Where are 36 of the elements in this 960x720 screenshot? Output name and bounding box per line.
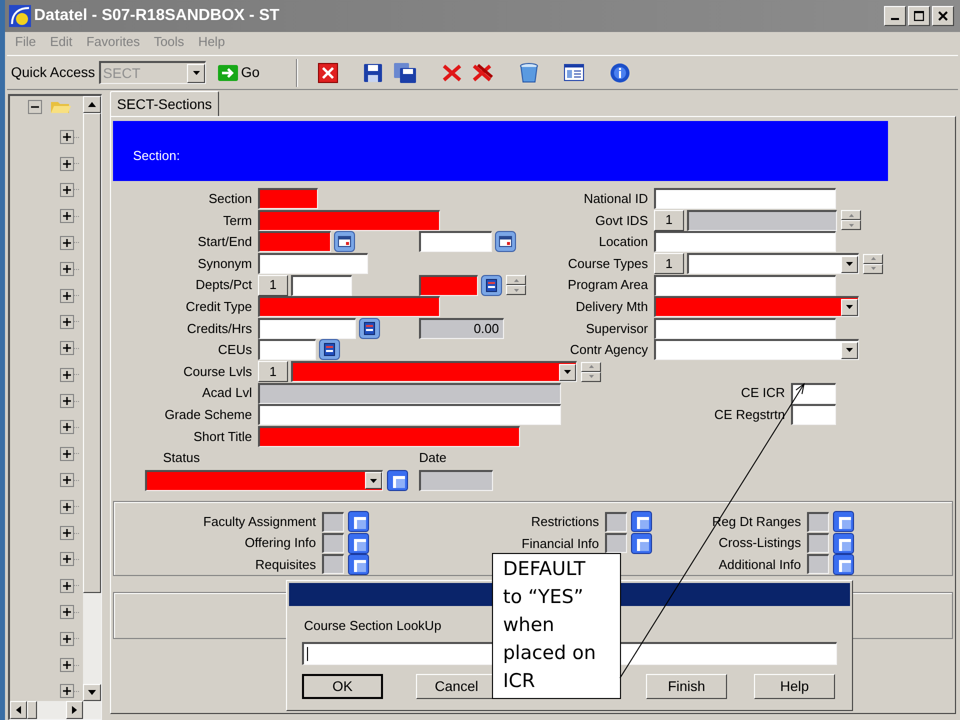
field-label: Synonym [196, 254, 253, 273]
link-label: Additional Info [718, 556, 801, 574]
status-label: Status [162, 448, 201, 467]
field-label: Short Title [192, 428, 253, 446]
field-label: Section [208, 190, 253, 208]
link-label: Restrictions [530, 513, 599, 532]
field-label: Delivery Mth [574, 298, 649, 316]
field-label: Govt IDS [594, 212, 649, 230]
field-label: Contr Agency [568, 341, 649, 360]
field-label: Acad Lvl [201, 384, 253, 402]
field-label: Program Area [566, 276, 649, 294]
date-label: Date [419, 448, 446, 467]
dialog-label: Course Section LookUp [304, 617, 442, 635]
field-label: National ID [582, 190, 649, 208]
field-label: Term [222, 212, 253, 230]
link-label: Faculty Assignment [202, 513, 316, 532]
field-label: CEUs [217, 341, 253, 360]
field-label: Credit Type [184, 298, 253, 316]
link-label: Offering Info [244, 534, 316, 552]
field-label: CE Regstrtn [713, 406, 786, 424]
quick-access-label: Quick Access [11, 63, 96, 82]
field-label: Location [598, 233, 649, 252]
link-label: Requisites [254, 556, 316, 574]
header-title: Section: [133, 147, 180, 166]
link-label: Financial Info [520, 534, 599, 553]
field-label: Depts/Pct [194, 276, 253, 294]
field-label: Start/End [196, 233, 253, 252]
field-label: Course Types [567, 254, 649, 273]
link-label: Cross-Listings [718, 534, 801, 552]
field-label: CE ICR [740, 384, 786, 402]
field-label: Grade Scheme [164, 406, 253, 424]
field-label: Credits/Hrs [186, 320, 253, 338]
note-tooltip: DEFAULT to “YES” when placed on ICR [492, 553, 621, 699]
field-label: Course Lvls [182, 362, 253, 381]
field-label: Supervisor [584, 320, 649, 338]
window-title: Datatel - S07-R18SANDBOX - ST [34, 6, 280, 26]
